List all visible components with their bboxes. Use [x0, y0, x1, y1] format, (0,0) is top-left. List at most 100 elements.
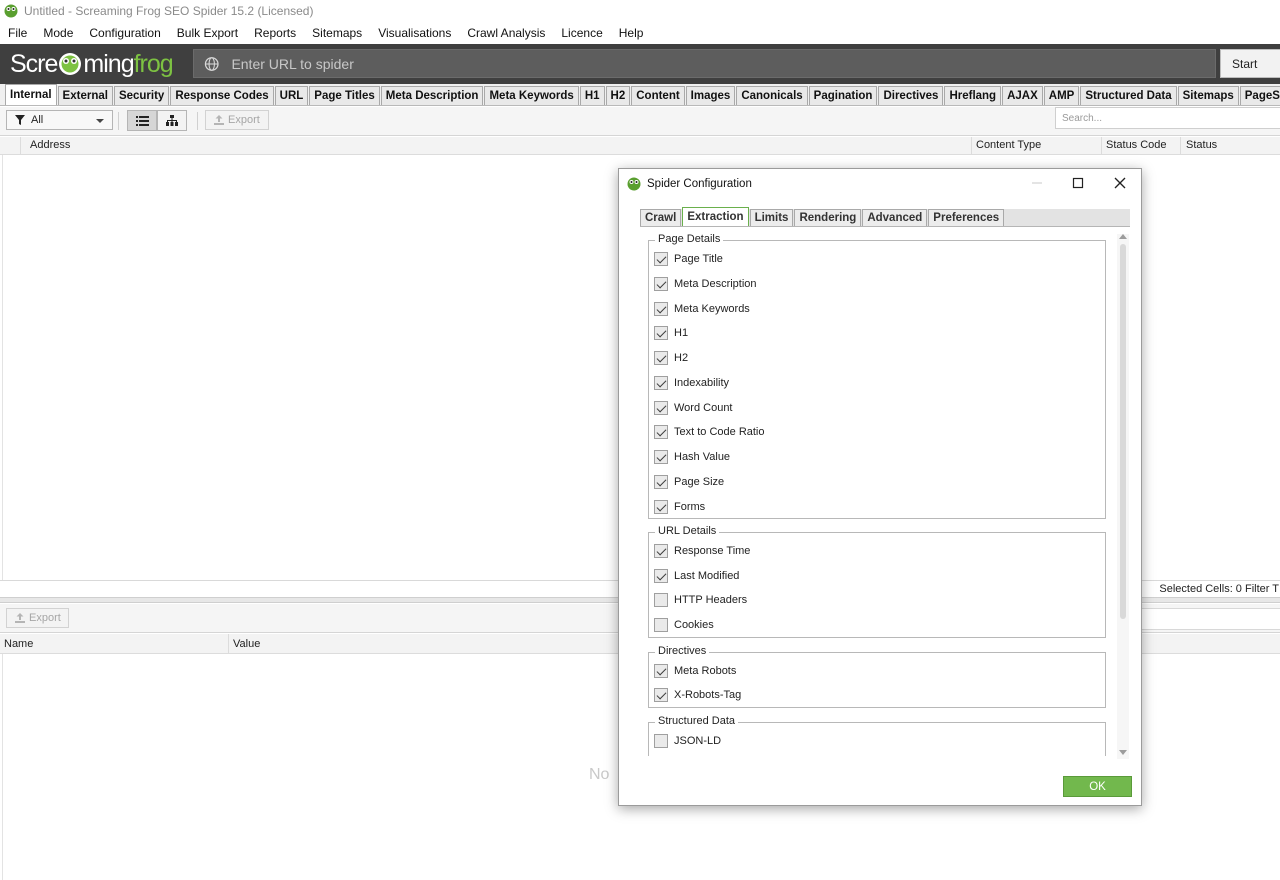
scroll-thumb[interactable]: [1120, 244, 1126, 619]
option-json-ld[interactable]: JSON-LD: [654, 733, 721, 749]
tab-sitemaps[interactable]: Sitemaps: [1177, 86, 1239, 105]
checkbox[interactable]: [654, 425, 668, 439]
menu-reports[interactable]: Reports: [254, 26, 296, 40]
option-h2[interactable]: H2: [654, 350, 688, 366]
tab-h2[interactable]: H2: [605, 86, 631, 105]
main-toolbar: All Export: [0, 107, 1280, 136]
option-last-modified[interactable]: Last Modified: [654, 568, 739, 584]
option-hash-value[interactable]: Hash Value: [654, 449, 730, 465]
tab-security[interactable]: Security: [113, 86, 170, 105]
tab-pagespeed[interactable]: PageSpeed: [1239, 86, 1280, 105]
option-meta-robots[interactable]: Meta Robots: [654, 663, 736, 679]
option-text-to-code-ratio[interactable]: Text to Code Ratio: [654, 424, 765, 440]
tab-h1[interactable]: H1: [579, 86, 605, 105]
start-button[interactable]: Start: [1220, 49, 1280, 78]
tab-amp[interactable]: AMP: [1043, 86, 1080, 105]
list-view-button[interactable]: [127, 110, 157, 131]
column-header-value[interactable]: Value: [233, 638, 260, 650]
option-page-title[interactable]: Page Title: [654, 251, 723, 267]
checkbox[interactable]: [654, 544, 668, 558]
dialog-tab-extraction[interactable]: Extraction: [682, 207, 749, 226]
checkbox[interactable]: [654, 351, 668, 365]
search-input[interactable]: [1056, 108, 1280, 128]
checkbox[interactable]: [654, 376, 668, 390]
column-header-address[interactable]: Address: [30, 139, 70, 151]
url-input-container: [193, 49, 1216, 78]
column-header-status-code[interactable]: Status Code: [1106, 139, 1167, 151]
tab-images[interactable]: Images: [685, 86, 736, 105]
option-h1[interactable]: H1: [654, 325, 688, 341]
option-page-size[interactable]: Page Size: [654, 474, 724, 490]
dialog-tab-limits[interactable]: Limits: [749, 209, 794, 226]
tab-page-titles[interactable]: Page Titles: [309, 86, 380, 105]
tab-meta-keywords[interactable]: Meta Keywords: [484, 86, 579, 105]
tab-meta-description[interactable]: Meta Description: [380, 86, 484, 105]
menu-crawl-analysis[interactable]: Crawl Analysis: [467, 26, 545, 40]
tab-content[interactable]: Content: [631, 86, 685, 105]
tab-hreflang[interactable]: Hreflang: [944, 86, 1002, 105]
checkbox[interactable]: [654, 302, 668, 316]
scroll-up-arrow-icon[interactable]: [1119, 234, 1127, 239]
option-meta-description[interactable]: Meta Description: [654, 276, 757, 292]
dialog-scrollbar[interactable]: [1117, 234, 1129, 759]
checkbox[interactable]: [654, 734, 668, 748]
dialog-tab-crawl[interactable]: Crawl: [640, 209, 682, 226]
tab-pagination[interactable]: Pagination: [808, 86, 878, 105]
dialog-tab-advanced[interactable]: Advanced: [862, 209, 928, 226]
minimize-icon[interactable]: [1030, 176, 1044, 190]
checkbox[interactable]: [654, 593, 668, 607]
lower-search-input[interactable]: [1140, 608, 1280, 630]
checkbox[interactable]: [654, 401, 668, 415]
option-indexability[interactable]: Indexability: [654, 375, 729, 391]
option-meta-keywords[interactable]: Meta Keywords: [654, 301, 750, 317]
checkbox[interactable]: [654, 664, 668, 678]
url-input[interactable]: [229, 54, 1215, 73]
scroll-down-arrow-icon[interactable]: [1119, 750, 1127, 755]
tab-external[interactable]: External: [57, 86, 113, 105]
option-x-robots-tag[interactable]: X-Robots-Tag: [654, 687, 741, 703]
menu-file[interactable]: File: [8, 26, 27, 40]
checkbox[interactable]: [654, 618, 668, 632]
option-http-headers[interactable]: HTTP Headers: [654, 592, 747, 608]
dialog-tab-rendering[interactable]: Rendering: [794, 209, 862, 226]
menu-licence[interactable]: Licence: [561, 26, 602, 40]
option-label: Page Size: [674, 476, 725, 488]
column-header-content-type[interactable]: Content Type: [976, 139, 1041, 151]
checkbox[interactable]: [654, 277, 668, 291]
tab-url[interactable]: URL: [274, 86, 309, 105]
checkbox[interactable]: [654, 450, 668, 464]
checkbox[interactable]: [654, 500, 668, 514]
tab-ajax[interactable]: AJAX: [1002, 86, 1043, 105]
frog-app-icon: [627, 177, 641, 191]
menu-configuration[interactable]: Configuration: [89, 26, 160, 40]
option-forms[interactable]: Forms: [654, 499, 705, 515]
option-response-time[interactable]: Response Time: [654, 543, 750, 559]
checkbox[interactable]: [654, 252, 668, 266]
menu-bulk-export[interactable]: Bulk Export: [177, 26, 238, 40]
close-icon[interactable]: [1113, 176, 1127, 190]
menu-mode[interactable]: Mode: [43, 26, 73, 40]
checkbox[interactable]: [654, 475, 668, 489]
tab-structured-data[interactable]: Structured Data: [1080, 86, 1177, 105]
checkbox[interactable]: [654, 326, 668, 340]
tab-internal[interactable]: Internal: [5, 84, 57, 105]
maximize-icon[interactable]: [1071, 176, 1085, 190]
menu-visualisations[interactable]: Visualisations: [378, 26, 451, 40]
tab-canonicals[interactable]: Canonicals: [736, 86, 808, 105]
filter-select[interactable]: All: [6, 110, 113, 130]
menu-help[interactable]: Help: [619, 26, 644, 40]
column-header-name[interactable]: Name: [4, 638, 33, 650]
option-cookies[interactable]: Cookies: [654, 617, 714, 633]
tab-response-codes[interactable]: Response Codes: [170, 86, 274, 105]
dialog-tab-preferences[interactable]: Preferences: [928, 209, 1005, 226]
tab-directives[interactable]: Directives: [878, 86, 944, 105]
lower-export-button[interactable]: Export: [6, 608, 69, 628]
ok-button[interactable]: OK: [1063, 776, 1132, 797]
export-button[interactable]: Export: [205, 110, 269, 130]
tree-view-button[interactable]: [157, 110, 187, 131]
menu-sitemaps[interactable]: Sitemaps: [312, 26, 362, 40]
checkbox[interactable]: [654, 569, 668, 583]
column-header-status[interactable]: Status: [1186, 139, 1217, 151]
checkbox[interactable]: [654, 688, 668, 702]
option-word-count[interactable]: Word Count: [654, 400, 733, 416]
